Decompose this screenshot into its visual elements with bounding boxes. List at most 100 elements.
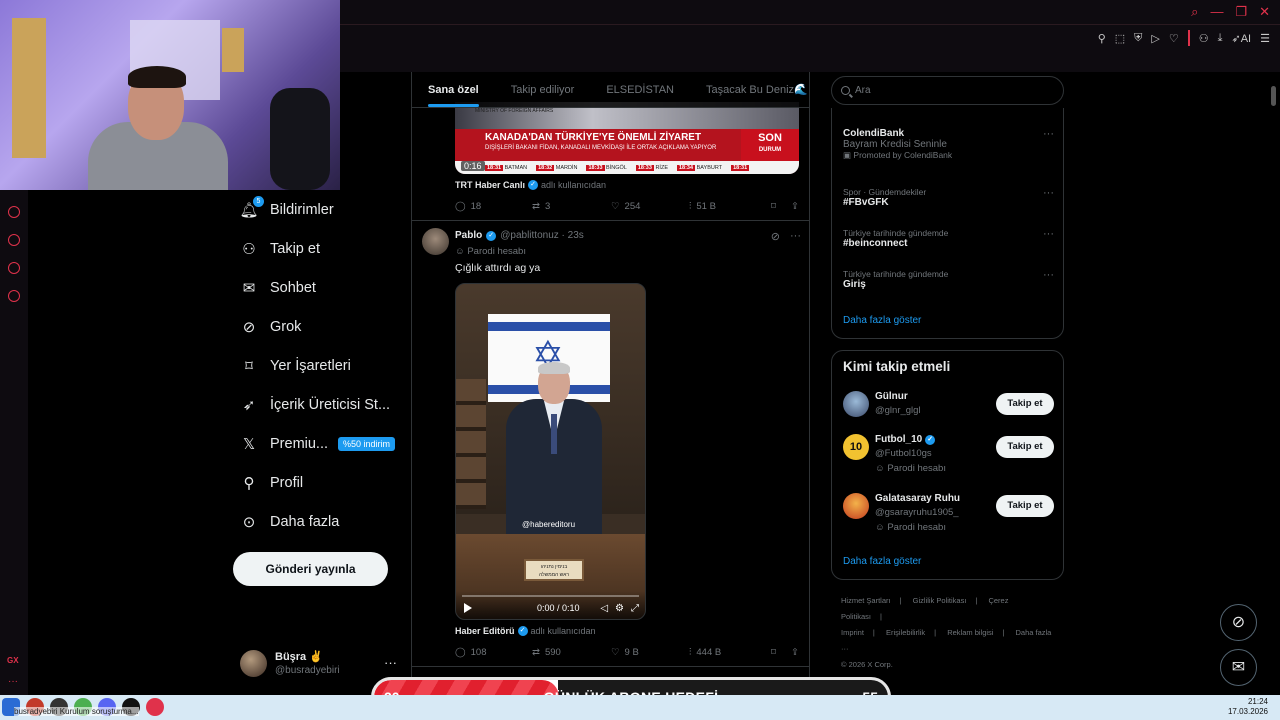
nav-profile[interactable]: ⚲ Profil [232,463,410,502]
snapshot-icon[interactable]: ⬚ [1115,32,1125,45]
more-icon[interactable]: ··· [1043,228,1054,240]
nav-follow[interactable]: ⚇ Takip et [232,229,410,268]
sidebar-more-icon[interactable]: ··· [8,676,18,687]
avatar[interactable] [422,228,449,255]
video-player[interactable]: ✡ @habereditoru בנימין נתניהו ראש הממשלה … [455,283,646,620]
tab-tasacak[interactable]: Taşacak Bu Deniz🌊 [690,72,809,107]
credit-suffix: adlı kullanıcıdan [530,626,596,636]
nav-notifications[interactable]: 🔔︎ 5 Bildirimler [232,190,410,229]
bookmark-icon[interactable]: ⌑ [771,201,791,212]
more-icon[interactable]: ··· [1043,187,1054,199]
tab-elsedistan[interactable]: ELSEDİSTAN [590,72,690,107]
nav-creator-studio[interactable]: ➶ İçerik Üreticisi St... [232,385,410,424]
trend-item[interactable]: Spor · Gündemdekiler #FBvGFK ··· [843,187,1054,208]
son-durum-badge: SON DURUM [741,129,799,161]
wallet-icon[interactable]: ⚇ [1199,32,1209,45]
opera-gx-icon[interactable] [146,698,164,716]
footer-link[interactable]: Imprint [841,628,864,637]
tab-for-you[interactable]: Sana özel [412,72,495,107]
like-button[interactable]: ♡ 9 B [611,647,689,658]
heart-icon[interactable]: ♡ [1169,32,1179,45]
follow-button[interactable]: Takip et [996,393,1054,415]
download-icon[interactable]: ⤓ [1218,32,1223,45]
reply-button[interactable]: ◯ 18 [455,201,532,212]
nav-chat[interactable]: ✉ Sohbet [232,268,410,307]
more-icon[interactable]: ··· [1043,128,1054,140]
volume-icon[interactable]: ◁ [600,603,608,614]
reply-icon: ◯ [455,200,466,212]
bookmark-icon[interactable]: ⌑ [771,647,791,658]
footer-link[interactable]: Reklam bilgisi [947,628,993,637]
nav-grok[interactable]: ⊘ Grok [232,307,410,346]
repost-button[interactable]: ⇄ 3 [532,201,611,212]
nav-bookmarks[interactable]: ⌑ Yer İşaretleri [232,346,410,385]
settings-icon[interactable]: ⚙ [615,603,624,614]
ai-button[interactable]: ➶AI [1232,32,1252,45]
views-button[interactable]: ⫶ 444 B [689,647,771,658]
more-icon[interactable]: ··· [790,230,801,243]
pin-icon[interactable]: ⚲ [1098,32,1106,45]
trend-item[interactable]: ColendiBank Bayram Kredisi Seninle ▣ Pro… [843,128,1054,161]
news-video-thumbnail[interactable]: MINISTRY OF FOREIGN AFFAIRS KANADA'DAN T… [455,102,799,174]
credit-name[interactable]: TRT Haber Canlı [455,180,525,190]
messages-fab[interactable]: ✉ [1220,649,1257,686]
follow-suggestion[interactable]: Galatasaray Ruhu @gsarayruhu1905_ ☺ Paro… [843,493,1054,533]
scrollbar[interactable] [1271,86,1276,106]
play-icon[interactable]: ▷ [1151,32,1159,45]
footer-link[interactable]: Hizmet Şartları [841,596,891,605]
menu-icon[interactable]: ☰ [1260,32,1270,45]
video-duration: 0:16 [461,161,485,171]
promoted-icon: ▣ [843,150,854,160]
show-more-link[interactable]: Daha fazla göster [843,315,921,326]
like-count: 9 B [624,646,639,658]
avatar [240,650,267,677]
sidebar-history-icon[interactable] [8,234,20,246]
play-icon[interactable] [464,603,472,613]
like-button[interactable]: ♡ 254 [611,201,689,212]
sidebar-messenger-icon[interactable] [8,262,20,274]
repost-button[interactable]: ⇄ 590 [532,647,611,658]
views-button[interactable]: ⫶ 51 B [689,201,771,212]
nav-premium[interactable]: 𝕏 Premiu... %50 indirim [232,424,410,463]
tab-following[interactable]: Takip ediliyor [495,72,591,107]
fullscreen-icon[interactable]: ⤢ [631,603,639,614]
gx-sidebar: GX ··· [0,190,28,695]
ticker-time: 18:32 [536,164,555,171]
footer-link[interactable]: Gizlilik Politikası [913,596,967,605]
follow-button[interactable]: Takip et [996,436,1054,458]
ticker-city: BAYBURT [696,164,723,171]
account-switcher[interactable]: Büşra ✌️ @busradyebiri ··· [240,648,405,682]
close-icon[interactable]: ✕ [1259,4,1270,20]
follow-button[interactable]: Takip et [996,495,1054,517]
footer-link[interactable]: Erişilebilirlik [886,628,925,637]
credit-name[interactable]: Haber Editörü [455,626,515,636]
author-name[interactable]: Pablo [455,230,482,241]
reply-button[interactable]: ◯ 108 [455,647,532,658]
taskbar-clock[interactable]: 21:24 17.03.2026 [1228,697,1268,717]
sidebar-add-icon[interactable] [8,206,20,218]
follow-suggestion[interactable]: 10 Futbol_10 ✓ @Futbol10gs ☺ Parodi hesab… [843,434,1054,474]
minimize-icon[interactable]: — [1210,4,1223,20]
shield-icon[interactable]: ⛨ [1134,32,1142,45]
maximize-icon[interactable]: ❐ [1235,4,1247,20]
show-more-link[interactable]: Daha fazla göster [843,556,921,567]
share-icon[interactable]: ⇪ [791,201,799,212]
notification-badge: 5 [253,195,264,207]
video-progress[interactable] [462,595,639,597]
grok-icon[interactable]: ⊘ [771,230,780,243]
sidebar-settings-icon[interactable] [8,290,20,302]
trend-item[interactable]: Türkiye tarihinde gündemde Giriş ··· [843,269,1054,290]
grok-fab[interactable]: ⊘ [1220,604,1257,641]
post-button[interactable]: Gönderi yayınla [233,552,388,586]
trend-item[interactable]: Türkiye tarihinde gündemde #beinconnect … [843,228,1054,249]
share-icon[interactable]: ⇪ [791,647,799,658]
parody-text: Parodi hesabı [887,522,946,533]
reply-icon: ◯ [455,646,466,658]
search-input[interactable]: Ara [831,76,1064,105]
search-icon[interactable]: ⌕ [1191,4,1198,20]
more-icon[interactable]: ··· [1043,269,1054,281]
nav-more[interactable]: ⊙ Daha fazla [232,502,410,541]
follow-suggestion[interactable]: Gülnur @glnr_glgl Takip et [843,391,1054,431]
more-icon[interactable]: ··· [384,655,397,670]
repost-icon: ⇄ [532,200,540,212]
